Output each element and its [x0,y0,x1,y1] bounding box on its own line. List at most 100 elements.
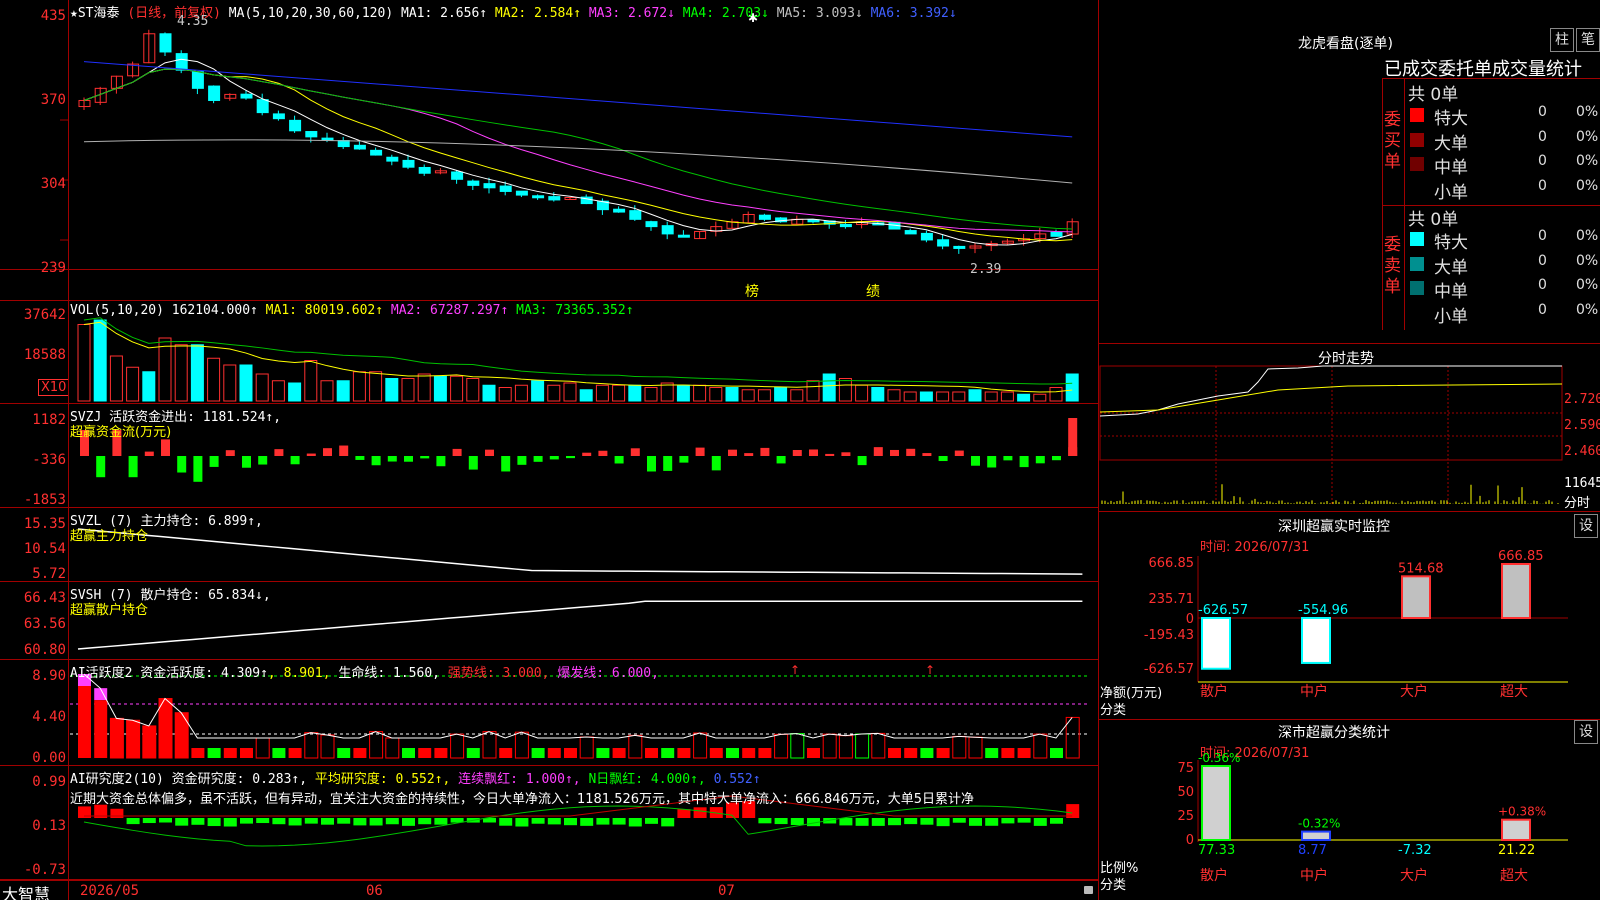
activity-bar [418,748,432,758]
volume-bar [612,384,626,402]
volume-bar [466,378,480,402]
volume-panel[interactable]: VOL(5,10,20) 162104.000↑ MA1: 80019.602↑… [0,300,1098,404]
vol-ma3: MA3: 73365.352↑ [516,303,634,318]
ai-activity-header: AI活跃度2 资金活跃度: 4.309↑, 8.901, 生命线: 1.560,… [70,662,659,681]
legend-swatch [1410,132,1424,147]
ai-activity-panel[interactable]: ↑ ↑ AI活跃度2 资金活跃度: 4.309↑, 8.901, 生命线: 1.5… [0,660,1098,766]
candle-body [353,144,366,150]
intraday-mode-label: 分时 [1564,496,1591,511]
flow-bar [323,448,332,456]
cls-tick: 25 [1177,809,1194,824]
svzl-panel[interactable]: SVZL (7) 主力持仓: 6.899↑, 超赢主力持仓 15.35 10.5… [0,508,1098,582]
svsh-sublabel: 超赢散户持仓 [70,603,149,618]
ma-line [83,61,1073,138]
volume-bar [790,389,804,402]
annotation-ji[interactable]: 绩 [866,281,880,301]
sz-bar [1401,575,1431,619]
bar-mode-button[interactable]: 柱 [1550,28,1574,52]
svzj-panel[interactable]: SVZJ 活跃资金进出: 1181.524↑, 超赢资金流(万元) 1182 -… [0,404,1098,508]
intraday-panel[interactable]: 分时走势 2.720 2.590 2.460 11645 分时 [1098,344,1600,512]
flow-bar [582,452,592,456]
sz-bar-chart: 666.85 235.71 0-195.43 -626.57 -626.57 散户 -554… [1144,549,1568,700]
activity-bar [304,732,319,759]
vol-ma1: MA1: 80019.602↑ [265,303,384,318]
volume-bar [385,378,399,402]
volume-bar [126,366,140,402]
activity-bar [855,733,870,759]
research-bar [564,818,577,826]
candle-body [904,230,917,235]
sz-xlabel: 分类 [1100,703,1127,718]
research-bar [790,818,804,826]
svsh-panel[interactable]: SVSH (7) 散户持仓: 65.834↓, 超赢散户持仓 66.43 63.… [0,582,1098,660]
volume-bar [369,371,383,402]
volume-bar [514,384,528,402]
order-count: 0 [1538,177,1547,194]
flow-bar [306,453,316,456]
volume-bar [919,391,933,402]
research-bar [1001,818,1015,824]
sz-category-label: 大户 [1400,683,1428,700]
intraday-tick-1: 2.720 [1564,392,1600,407]
activity-bar [240,748,253,758]
volume-bar [207,357,221,402]
activity-bar [742,748,756,758]
volume-bar [1017,393,1031,402]
activity-bar [596,748,610,758]
activity-bar [78,686,91,758]
activity-bar [807,748,820,758]
research-bar [499,818,513,826]
volume-bar [336,380,350,402]
candle-body [515,190,528,196]
flow-bar [695,447,705,456]
volume-bar [838,378,852,402]
order-type-label: 中单 [1434,282,1468,302]
brand-logo[interactable]: 大智慧 [2,881,50,900]
ai-research-description: 近期大资金总体偏多，虽不活跃，但有异动，宜关注大资金的持续性，今日大单净流入：1… [70,792,975,807]
lock-icon[interactable] [1084,886,1093,894]
y-tick-239: 239 [40,260,66,276]
intraday-chart[interactable] [1098,344,1600,512]
order-count: 0 [1538,153,1547,169]
stock-name[interactable]: ★ST海泰 [70,6,119,21]
volume-bar [288,382,302,402]
order-count: 0 [1538,277,1547,293]
activity-bar [142,725,157,759]
candle-body [839,223,852,228]
research-bar [904,818,918,825]
vol-value: 162104.000↑ [171,303,258,318]
ma6-value: MA6: 3.392↓ [870,6,957,21]
volume-bar [255,373,269,402]
sz-category-label: 中户 [1300,683,1328,700]
research-bar [256,818,270,824]
tick-mode-button[interactable]: 笔 [1576,28,1600,52]
candle-body [613,208,626,213]
activity-bar [774,733,789,759]
candle-body [937,239,950,247]
flow-bar [209,456,219,467]
annotation-bang[interactable]: 榜 [745,281,759,301]
order-percent: 0% [1576,301,1599,318]
flow-bar [144,451,154,456]
volume-bar [725,387,739,402]
candle-body [499,185,512,192]
volume-bar [952,391,966,402]
ma-line [83,58,1073,246]
ai-activity-label-a: AI活跃度2 资金活跃度: 4.309↑ [70,666,268,681]
candle-body [256,99,269,114]
candle-panel[interactable]: ✱ ★ST海泰 (日线，前复权) MA(5,10,20,30,60,120) M… [0,0,1098,300]
flow-bar [971,456,980,466]
avg-line [1099,383,1563,413]
svzl-line [77,528,1083,575]
research-bar [110,808,124,818]
ai-research-panel[interactable]: AI研究度2(10) 资金研究度: 0.283↑, 平均研究度: 0.552↑,… [0,766,1098,880]
order-percent: 0% [1576,228,1599,244]
flow-bar [792,450,802,456]
volume-bar [676,384,690,402]
research-bar [321,818,334,825]
research-bar [758,818,772,824]
volume-bar [417,373,431,402]
volume-bar [806,380,820,402]
candle-chart[interactable]: ✱ [0,0,1098,270]
ma1-value: MA1: 2.656↑ [401,6,488,21]
